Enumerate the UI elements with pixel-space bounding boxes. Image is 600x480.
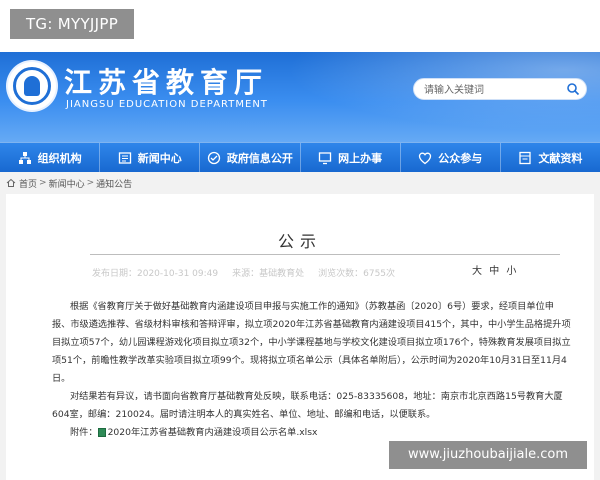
breadcrumb-news[interactable]: 新闻中心 — [49, 177, 85, 190]
font-size-small[interactable]: 小 — [506, 266, 518, 277]
breadcrumb: 首页 > 新闻中心 > 通知公告 — [0, 172, 600, 194]
title-divider — [90, 254, 560, 255]
font-size-large[interactable]: 大 — [472, 266, 484, 277]
site-subtitle: JIANGSU EDUCATION DEPARTMENT — [66, 99, 268, 110]
home-icon — [6, 178, 16, 187]
breadcrumb-notices[interactable]: 通知公告 — [96, 177, 132, 190]
online-service-icon — [318, 152, 332, 165]
nav-label: 组织机构 — [37, 152, 82, 165]
search-box — [413, 78, 587, 100]
nav-label: 公众参与 — [438, 152, 483, 165]
view-count: 浏览次数：6755次 — [318, 268, 396, 279]
attachment-row: 附件： 2020年江苏省基础教育内涵建设项目公示名单.xlsx — [52, 424, 572, 442]
attachment-link[interactable]: 2020年江苏省基础教育内涵建设项目公示名单.xlsx — [108, 427, 318, 438]
nav-item-documents[interactable]: 文献资料 — [501, 143, 600, 173]
info-disclosure-icon — [207, 151, 221, 165]
breadcrumb-separator: > — [86, 178, 95, 188]
nav-label: 文献资料 — [538, 152, 583, 165]
watermark-top-badge: TG: MYYJJPP — [10, 9, 134, 39]
public-participation-icon — [419, 152, 432, 165]
site-header: 江苏省教育厅 JIANGSU EDUCATION DEPARTMENT — [0, 52, 600, 142]
nav-item-info-disclosure[interactable]: 政府信息公开 — [200, 143, 301, 173]
nav-item-news[interactable]: 新闻中心 — [100, 143, 201, 173]
search-icon[interactable] — [566, 82, 580, 96]
search-input[interactable] — [422, 81, 566, 99]
watermark-url-badge: www.jiuzhoubaijiale.com — [389, 441, 587, 469]
publish-date: 发布日期：2020-10-31 09:49 — [92, 268, 219, 279]
main-nav: 组织机构 新闻中心 政府信息公开 网上办事 公众参与 文献资料 — [0, 142, 600, 173]
nav-label: 新闻中心 — [137, 152, 182, 165]
documents-icon — [519, 151, 532, 165]
article-title: 公示 — [277, 232, 322, 251]
article-paragraph: 对结果若有异议，请书面向省教育厅基础教育处反映，联系电话：025-8333560… — [52, 391, 563, 420]
content-area: 公示 发布日期：2020-10-31 09:49 来源：基础教育处 浏览次数：6… — [0, 194, 600, 480]
excel-file-icon — [97, 428, 106, 437]
nav-item-organization[interactable]: 组织机构 — [0, 143, 101, 173]
site-title[interactable]: 江苏省教育厅 — [64, 61, 268, 101]
font-size-control: 大 中 小 — [472, 262, 518, 277]
article-body: 根据《省教育厅关于做好基础教育内涵建设项目申报与实施工作的通知》（苏教基函〔20… — [52, 298, 572, 442]
education-logo-icon[interactable] — [8, 62, 56, 110]
article-paragraph: 根据《省教育厅关于做好基础教育内涵建设项目申报与实施工作的通知》（苏教基函〔20… — [52, 301, 571, 384]
article-source: 来源：基础教育处 — [232, 268, 305, 279]
nav-label: 网上办事 — [338, 152, 383, 165]
attachment-label: 附件： — [70, 427, 98, 438]
nav-label: 政府信息公开 — [226, 152, 293, 165]
breadcrumb-separator: > — [39, 178, 47, 188]
article-panel: 公示 发布日期：2020-10-31 09:49 来源：基础教育处 浏览次数：6… — [6, 194, 594, 480]
font-size-medium[interactable]: 中 — [489, 266, 501, 277]
org-icon — [18, 152, 31, 164]
breadcrumb-home[interactable]: 首页 — [19, 177, 37, 190]
news-icon — [118, 152, 131, 164]
nav-item-public-participation[interactable]: 公众参与 — [401, 143, 501, 173]
nav-item-online-service[interactable]: 网上办事 — [301, 143, 401, 173]
